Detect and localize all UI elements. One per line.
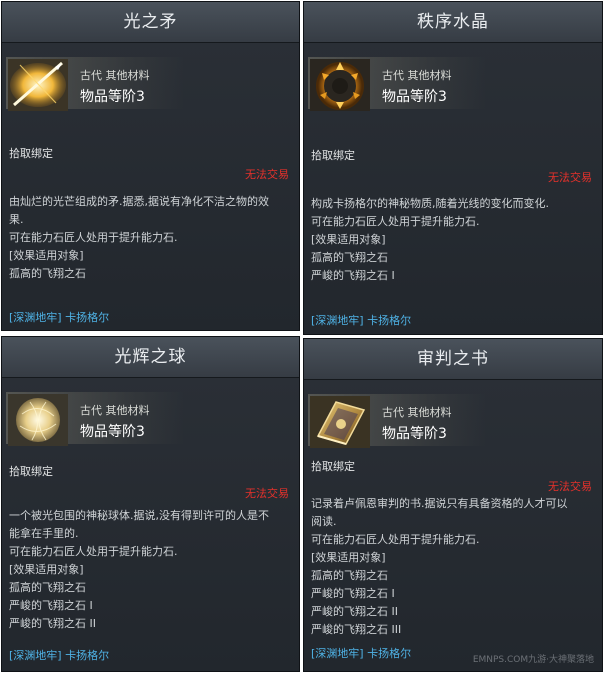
item-description: 由灿烂的光芒组成的矛.据悉,据说有净化不洁之物的效 果. 可在能力石匠人处用于提… [9, 193, 291, 283]
item-description: 一个被光包围的神秘球体.据说,没有得到许可的人是不 能拿在手里的. 可在能力石匠… [9, 507, 291, 633]
no-trade-label: 无法交易 [548, 171, 592, 184]
watermark: EMNPS.COM九游·大神聚落地 [472, 655, 594, 665]
desc-line: 一个被光包围的神秘球体.据说,没有得到许可的人是不 [9, 509, 269, 522]
item-card-light-spear: 光之矛 古代 其他材料 物品等阶3 拾取绑定 无法交易 由灿烂的光芒组成的矛.据… [1, 1, 300, 331]
item-header: 古代 其他材料 物品等阶3 [2, 378, 299, 456]
desc-line: 严峻的飞翔之石 III [311, 623, 402, 636]
source-link[interactable]: [深渊地牢] 卡扬格尔 [9, 309, 109, 325]
item-card-radiant-orb: 光辉之球 古代 其他材料 物品等阶3 拾取绑定 无法交易 一个被光包围的神秘球体 [1, 336, 300, 672]
desc-line: 果. [9, 213, 24, 226]
source-link[interactable]: [深渊地牢] 卡扬格尔 [311, 645, 411, 661]
item-tier: 物品等阶3 [80, 424, 145, 440]
light-spear-icon [8, 59, 68, 111]
desc-line: [效果适用对象] [9, 249, 84, 262]
item-tier: 物品等阶3 [382, 89, 447, 105]
desc-line: 记录着卢佩恩审判的书.据说只有具备资格的人才可以 [311, 497, 568, 510]
item-category: 古代 其他材料 [382, 406, 452, 419]
desc-line: 严峻的飞翔之石 I [311, 269, 395, 282]
desc-line: [效果适用对象] [311, 233, 386, 246]
desc-line: 孤高的飞翔之石 [311, 251, 388, 264]
item-title: 光之矛 [2, 2, 299, 43]
desc-line: [效果适用对象] [9, 563, 84, 576]
desc-line: 阅读. [311, 515, 337, 528]
bind-status: 拾取绑定 [9, 465, 53, 478]
desc-line: 能拿在手里的. [9, 527, 79, 540]
item-header: 古代 其他材料 物品等阶3 [2, 43, 299, 121]
desc-line: 孤高的飞翔之石 [9, 581, 86, 594]
desc-line: 可在能力石匠人处用于提升能力石. [9, 231, 178, 244]
item-tier: 物品等阶3 [80, 89, 145, 105]
item-header: 古代 其他材料 物品等阶3 [304, 43, 602, 121]
desc-line: 可在能力石匠人处用于提升能力石. [9, 545, 178, 558]
no-trade-label: 无法交易 [548, 480, 592, 493]
radiant-orb-icon [8, 394, 68, 446]
desc-line: 孤高的飞翔之石 [311, 569, 388, 582]
bind-status: 拾取绑定 [311, 149, 355, 162]
desc-line: 可在能力石匠人处用于提升能力石. [311, 533, 480, 546]
desc-line: 严峻的飞翔之石 I [9, 599, 93, 612]
item-card-judgment-book: 审判之书 古代 其他材料 物品等阶3 拾取绑定 无法交易 记录着卢佩恩审判的书.… [303, 338, 603, 672]
bind-status: 拾取绑定 [9, 147, 53, 160]
item-description: 构成卡扬格尔的神秘物质,随着光线的变化而变化. 可在能力石匠人处用于提升能力石.… [311, 195, 594, 285]
judgment-book-icon [310, 396, 370, 448]
no-trade-label: 无法交易 [245, 487, 289, 500]
item-title: 审判之书 [304, 339, 602, 380]
item-title: 光辉之球 [2, 337, 299, 378]
bind-status: 拾取绑定 [311, 460, 355, 473]
order-crystal-icon [310, 59, 370, 111]
item-tier: 物品等阶3 [382, 426, 447, 442]
item-category: 古代 其他材料 [80, 69, 150, 82]
source-link[interactable]: [深渊地牢] 卡扬格尔 [311, 312, 411, 328]
desc-line: 孤高的飞翔之石 [9, 267, 86, 280]
no-trade-label: 无法交易 [245, 168, 289, 181]
desc-line: 严峻的飞翔之石 II [311, 605, 398, 618]
item-description: 记录着卢佩恩审判的书.据说只有具备资格的人才可以 阅读. 可在能力石匠人处用于提… [311, 495, 594, 639]
desc-line: 严峻的飞翔之石 I [311, 587, 395, 600]
desc-line: 严峻的飞翔之石 II [9, 617, 96, 630]
desc-line: [效果适用对象] [311, 551, 386, 564]
source-link[interactable]: [深渊地牢] 卡扬格尔 [9, 647, 109, 663]
desc-line: 构成卡扬格尔的神秘物质,随着光线的变化而变化. [311, 197, 549, 210]
item-category: 古代 其他材料 [382, 69, 452, 82]
item-title: 秩序水晶 [304, 2, 602, 43]
desc-line: 由灿烂的光芒组成的矛.据悉,据说有净化不洁之物的效 [9, 195, 269, 208]
desc-line: 可在能力石匠人处用于提升能力石. [311, 215, 480, 228]
item-card-order-crystal: 秩序水晶 古代 其他材料 物品等阶3 拾取绑定 无法交易 构成卡扬格尔的神秘物质… [303, 1, 603, 335]
item-category: 古代 其他材料 [80, 404, 150, 417]
item-header: 古代 其他材料 物品等阶3 [304, 380, 602, 458]
